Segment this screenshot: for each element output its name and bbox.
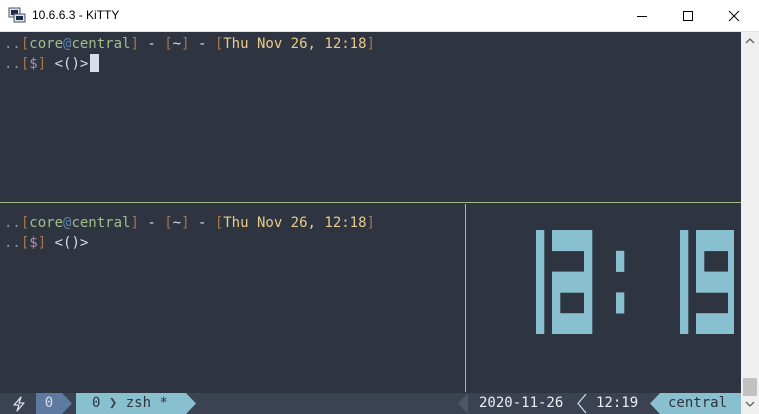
clock-digit bbox=[696, 230, 734, 334]
top-pane-input-line[interactable]: ..[$] <()> bbox=[4, 54, 100, 74]
prompt-bracket: ] bbox=[366, 215, 375, 231]
bottom-pane-prompt-line: ..[core@central] - [~] - [Thu Nov 26, 12… bbox=[4, 213, 375, 233]
prompt-dots: .. bbox=[4, 215, 21, 231]
status-time: 12:19 bbox=[596, 395, 639, 411]
prompt-bracket: [ bbox=[164, 36, 173, 52]
scroll-up-arrow-icon[interactable] bbox=[745, 37, 755, 45]
window-title: 10.6.6.3 - KiTTY bbox=[32, 8, 120, 22]
prompt-datetime: Thu Nov 26, 12:18 bbox=[223, 36, 367, 52]
text-cursor bbox=[90, 54, 100, 72]
tmux-clock bbox=[536, 230, 734, 334]
close-icon bbox=[728, 10, 740, 21]
prompt-dollar: $ bbox=[29, 56, 38, 72]
prompt-host: central bbox=[71, 215, 131, 231]
clock-colon bbox=[616, 250, 625, 314]
terminal-area[interactable]: ..[core@central] - [~] - [Thu Nov 26, 12… bbox=[0, 32, 741, 414]
prompt-dots: .. bbox=[4, 36, 21, 52]
session-index: 0 bbox=[36, 393, 62, 414]
powerline-left-separator-icon bbox=[458, 393, 468, 414]
prompt-separator: - bbox=[189, 36, 215, 52]
prompt-bracket: [ bbox=[214, 215, 224, 231]
prompt-user: core bbox=[29, 36, 64, 52]
status-date: 2020-11-26 bbox=[479, 395, 564, 411]
window-index: 0 bbox=[92, 395, 101, 411]
prompt-separator: - bbox=[189, 215, 215, 231]
powerline-separator-icon bbox=[62, 393, 72, 414]
powerline-separator-icon bbox=[186, 393, 196, 414]
prompt-bracket: ] bbox=[130, 36, 139, 52]
status-hostname: central bbox=[660, 393, 741, 414]
scroll-down-arrow-icon[interactable] bbox=[745, 400, 755, 408]
prompt-directory: ~ bbox=[172, 215, 182, 231]
minimize-button[interactable] bbox=[619, 0, 665, 31]
prompt-bracket: ] bbox=[37, 235, 47, 251]
minimize-icon bbox=[637, 15, 647, 17]
vertical-pane-divider[interactable] bbox=[465, 204, 466, 392]
window-tab[interactable]: 0 ❯ zsh * bbox=[76, 393, 186, 414]
horizontal-pane-divider[interactable] bbox=[0, 202, 741, 203]
tmux-status-bar: 0 0 ❯ zsh * 2020-11-26 12:19 central bbox=[0, 393, 741, 414]
prompt-bracket: [ bbox=[164, 215, 173, 231]
prompt-bracket: [ bbox=[214, 36, 224, 52]
prompt-host: central bbox=[71, 36, 131, 52]
vertical-scrollbar[interactable] bbox=[741, 32, 759, 414]
bolt-icon bbox=[13, 396, 25, 412]
close-button[interactable] bbox=[711, 0, 757, 31]
window-name: zsh * bbox=[125, 395, 168, 411]
maximize-button[interactable] bbox=[665, 0, 711, 31]
window-titlebar[interactable]: 10.6.6.3 - KiTTY bbox=[0, 0, 759, 32]
prompt-arrows: <()> bbox=[46, 56, 89, 72]
prompt-arrows: <()> bbox=[46, 235, 89, 251]
maximize-icon bbox=[683, 10, 693, 21]
prompt-bracket: ] bbox=[181, 215, 190, 231]
prompt-bracket: ] bbox=[181, 36, 190, 52]
clock-digit bbox=[552, 230, 593, 334]
prompt-dollar: $ bbox=[29, 235, 38, 251]
prompt-bracket: ] bbox=[37, 56, 47, 72]
scrollbar-thumb[interactable] bbox=[743, 378, 757, 396]
prompt-user: core bbox=[29, 215, 64, 231]
prompt-separator: - bbox=[138, 36, 165, 52]
prompt-dots: .. bbox=[4, 235, 21, 251]
powerline-left-separator-icon bbox=[650, 393, 660, 414]
prompt-separator: - bbox=[138, 215, 165, 231]
bottom-pane-input-line[interactable]: ..[$] <()> bbox=[4, 233, 88, 253]
clock-digit bbox=[680, 230, 689, 334]
prompt-dots: .. bbox=[4, 56, 21, 72]
powerline-thin-separator-icon bbox=[577, 393, 587, 414]
top-pane-prompt-line: ..[core@central] - [~] - [Thu Nov 26, 12… bbox=[4, 34, 375, 54]
putty-terminal-icon bbox=[8, 7, 26, 23]
prompt-bracket: ] bbox=[130, 215, 139, 231]
prompt-bracket: ] bbox=[366, 36, 375, 52]
prompt-directory: ~ bbox=[172, 36, 182, 52]
prompt-datetime: Thu Nov 26, 12:18 bbox=[223, 215, 367, 231]
clock-digit bbox=[536, 230, 545, 334]
